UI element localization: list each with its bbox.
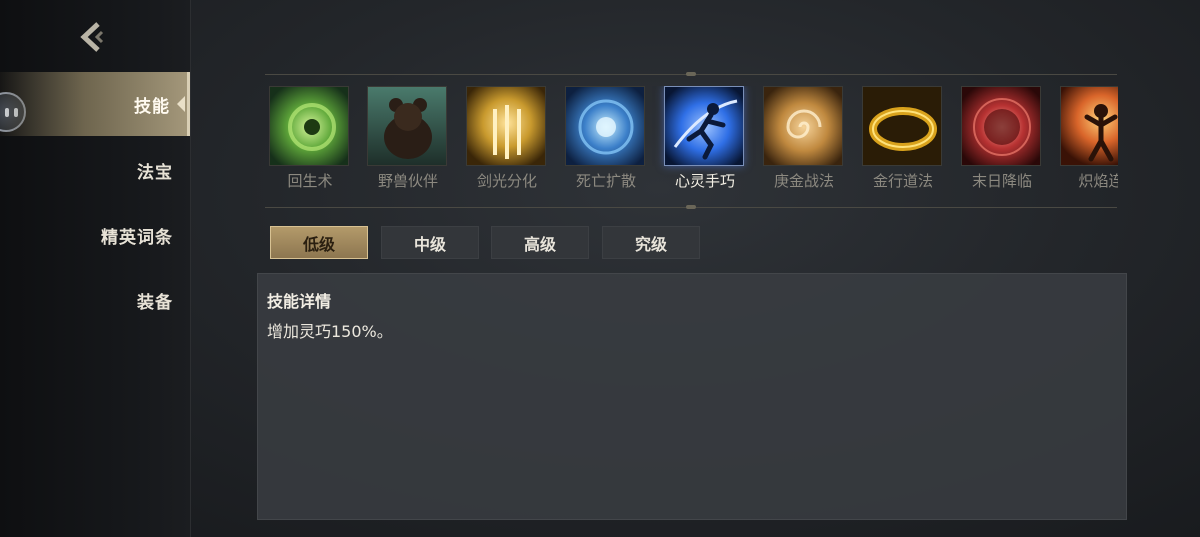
sidebar-item-elite-affixes[interactable]: 精英词条 bbox=[0, 203, 190, 267]
chevron-left-icon bbox=[76, 21, 106, 57]
skill-name: 野兽伙伴 bbox=[377, 172, 438, 190]
fire-warrior-icon bbox=[1060, 86, 1118, 166]
golden-swirl-icon bbox=[763, 86, 843, 166]
red-explosion-icon bbox=[961, 86, 1041, 166]
golden-ring-icon bbox=[862, 86, 942, 166]
sidebar: 技能 法宝 精英词条 装备 bbox=[0, 0, 191, 537]
blue-burst-icon bbox=[565, 86, 645, 166]
skill-name: 庚金战法 bbox=[773, 172, 834, 190]
skill-name: 金行道法 bbox=[872, 172, 933, 190]
skill-name: 剑光分化 bbox=[476, 172, 537, 190]
green-vortex-icon bbox=[269, 86, 349, 166]
active-indicator-icon bbox=[177, 96, 185, 112]
skill-item-blazing-combo[interactable]: 炽焰连 bbox=[1059, 86, 1118, 198]
skill-name: 末日降临 bbox=[971, 172, 1032, 190]
detail-description: 增加灵巧150%。 bbox=[267, 322, 393, 341]
tab-high-level[interactable]: 高级 bbox=[491, 226, 589, 259]
skill-name: 心灵手巧 bbox=[674, 172, 735, 190]
skill-item-sword-light[interactable]: 剑光分化 bbox=[465, 86, 549, 198]
sidebar-item-label: 精英词条 bbox=[101, 227, 173, 248]
skill-detail-panel: 技能详情 增加灵巧150%。 bbox=[257, 273, 1127, 520]
skill-name: 回生术 bbox=[287, 172, 333, 190]
skill-item-beast-companion[interactable]: 野兽伙伴 bbox=[366, 86, 450, 198]
detail-title: 技能详情 bbox=[267, 292, 332, 311]
sidebar-item-skills[interactable]: 技能 bbox=[0, 72, 190, 136]
back-button[interactable] bbox=[72, 22, 110, 56]
sidebar-item-equipment[interactable]: 装备 bbox=[0, 268, 190, 332]
skill-name: 死亡扩散 bbox=[575, 172, 636, 190]
skill-item-gengjin-tactics[interactable]: 庚金战法 bbox=[762, 86, 846, 198]
skill-item-metal-dao[interactable]: 金行道法 bbox=[861, 86, 945, 198]
skill-item-doomsday[interactable]: 末日降临 bbox=[960, 86, 1044, 198]
skill-list: 回生术 野兽伙伴 剑光分化 死亡扩散 心灵手巧 庚金战法 金行道法 末日降临 炽… bbox=[268, 86, 1118, 198]
divider-bottom bbox=[265, 205, 1117, 209]
skill-item-death-spread[interactable]: 死亡扩散 bbox=[564, 86, 648, 198]
tab-mid-level[interactable]: 中级 bbox=[381, 226, 479, 259]
tab-ultimate-level[interactable]: 究级 bbox=[602, 226, 700, 259]
skill-item-dexterity[interactable]: 心灵手巧 bbox=[663, 86, 747, 198]
golden-swords-icon bbox=[466, 86, 546, 166]
skill-item-revive[interactable]: 回生术 bbox=[268, 86, 352, 198]
sidebar-item-treasure[interactable]: 法宝 bbox=[0, 138, 190, 202]
leaping-figure-icon bbox=[664, 86, 744, 166]
sidebar-item-label: 技能 bbox=[134, 96, 170, 117]
sidebar-item-label: 法宝 bbox=[137, 162, 173, 183]
tab-low-level[interactable]: 低级 bbox=[270, 226, 368, 259]
sidebar-item-label: 装备 bbox=[137, 292, 173, 313]
divider-top bbox=[265, 72, 1117, 76]
skill-name: 炽焰连 bbox=[1078, 172, 1118, 190]
bear-icon bbox=[367, 86, 447, 166]
